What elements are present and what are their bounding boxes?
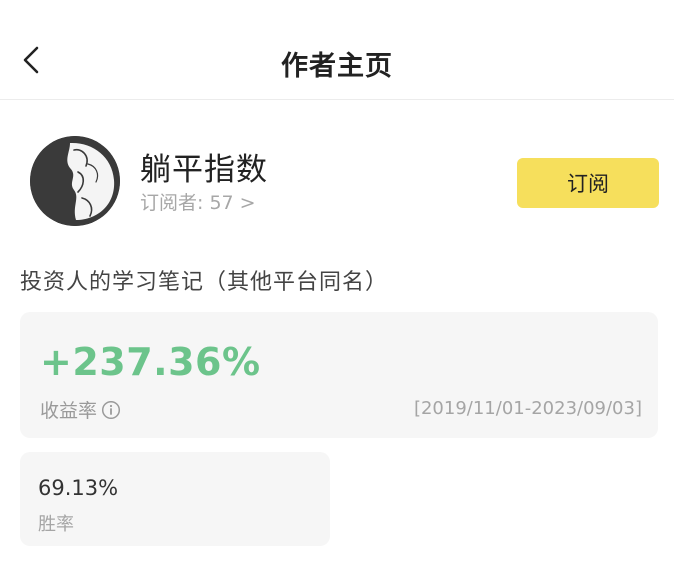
date-range: [2019/11/01-2023/09/03] bbox=[413, 398, 642, 419]
win-rate-label: 胜率 bbox=[38, 514, 74, 535]
page-title: 作者主页 bbox=[281, 51, 393, 82]
return-label-row: 收益率 bbox=[40, 396, 121, 423]
chevron-right-icon: > bbox=[239, 192, 256, 214]
win-rate-value: 69.13% bbox=[38, 476, 119, 500]
return-card: +237.36% 收益率 [2019/11/01-2023/09/03] bbox=[20, 312, 658, 438]
subscriber-count: 订阅者: 57 bbox=[140, 192, 234, 214]
return-value: +237.36% bbox=[40, 340, 261, 384]
info-icon[interactable] bbox=[101, 400, 121, 420]
author-bio: 投资人的学习笔记（其他平台同名） bbox=[20, 270, 389, 295]
subscribe-button[interactable]: 订阅 bbox=[517, 158, 659, 208]
avatar[interactable] bbox=[30, 136, 120, 226]
win-rate-card: 69.13% 胜率 bbox=[20, 452, 330, 546]
author-name: 躺平指数 bbox=[140, 152, 268, 188]
top-nav-bar: 作者主页 bbox=[0, 0, 674, 100]
return-label: 收益率 bbox=[40, 400, 98, 422]
subscriber-count-link[interactable]: 订阅者: 57 > bbox=[140, 188, 256, 215]
avatar-image bbox=[30, 136, 120, 226]
